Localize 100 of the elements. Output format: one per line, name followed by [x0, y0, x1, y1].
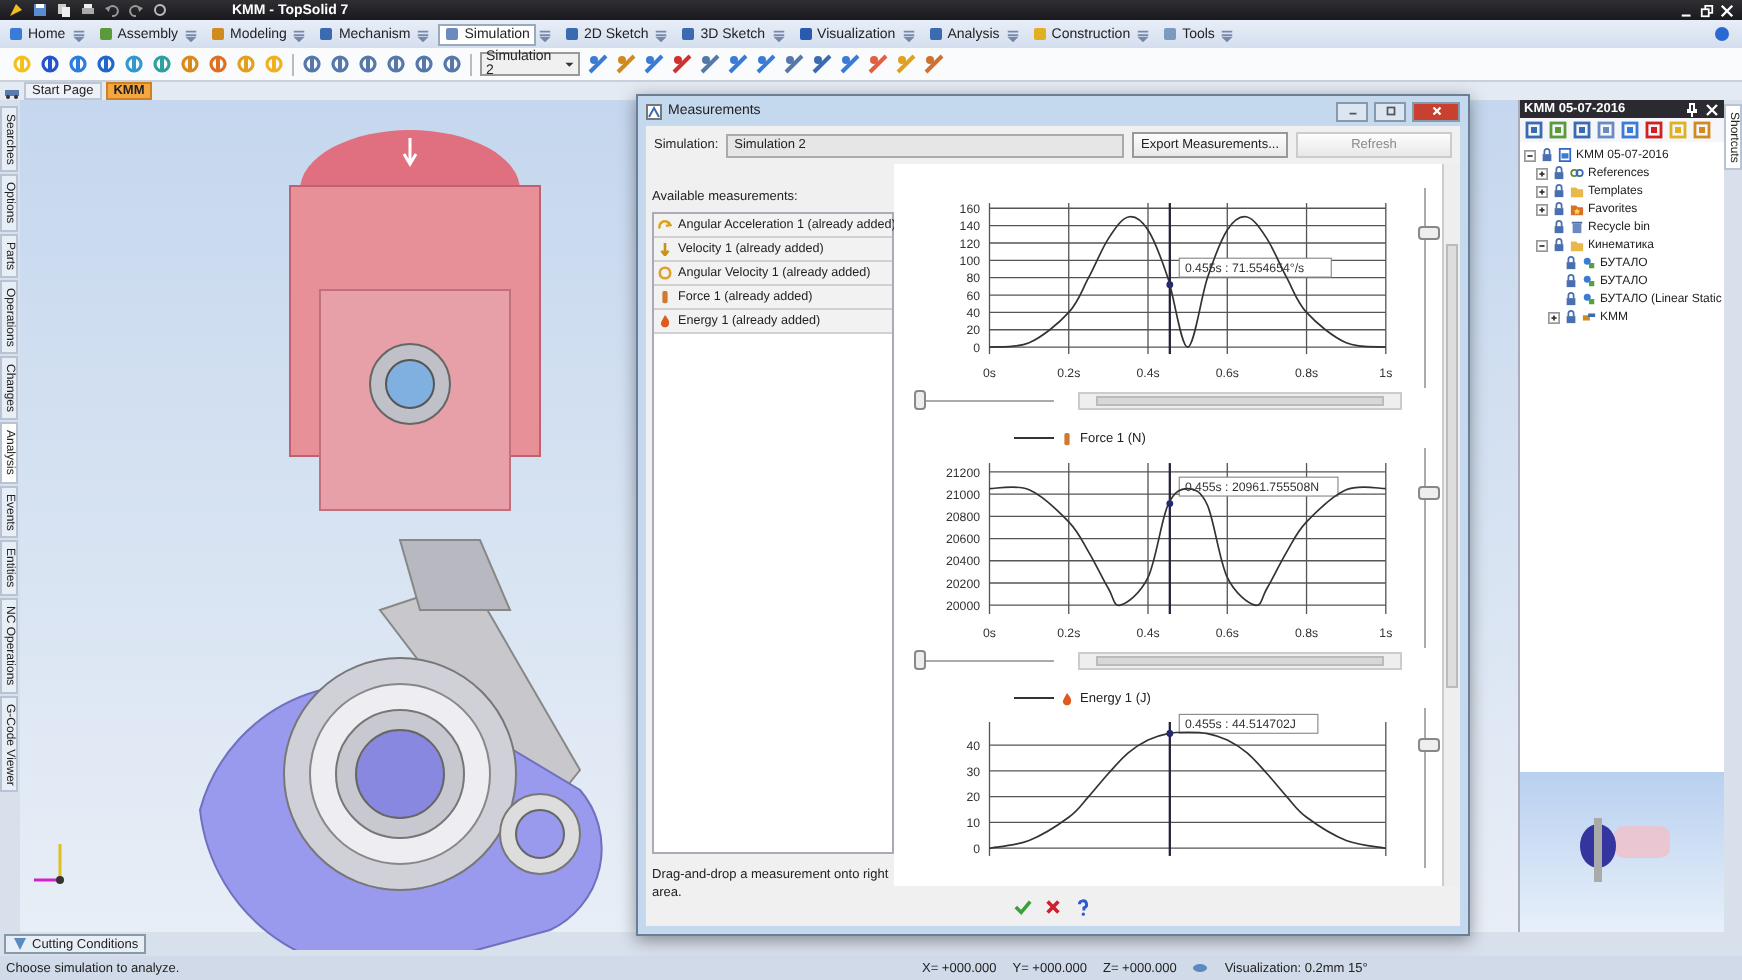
tool-icon[interactable] — [414, 54, 434, 74]
copy-icon[interactable] — [56, 2, 72, 18]
lock-icon — [1564, 292, 1578, 306]
arrow-icon — [658, 242, 672, 256]
tool-icon[interactable] — [68, 54, 88, 74]
dropdown-icon[interactable] — [71, 27, 86, 41]
help-icon[interactable] — [1074, 897, 1092, 915]
slider-thumb[interactable] — [1418, 225, 1441, 240]
tool-icon[interactable] — [152, 54, 172, 74]
tool-icon[interactable] — [840, 54, 860, 74]
tab-icon — [318, 26, 335, 42]
horizontal-scrollbar[interactable] — [1078, 651, 1402, 669]
dropdown-icon[interactable] — [537, 27, 552, 41]
horizontal-scrollbar[interactable] — [1078, 391, 1402, 409]
document-icon — [1558, 148, 1572, 162]
lock-icon — [1552, 238, 1566, 252]
vertical-scrollbar[interactable] — [1442, 164, 1460, 886]
tool-icon[interactable] — [386, 54, 406, 74]
close-button[interactable] — [1412, 101, 1460, 121]
data-point — [1166, 500, 1174, 507]
expand-icon[interactable] — [1536, 167, 1548, 179]
tool-icon[interactable] — [700, 54, 720, 74]
tool-icon[interactable] — [330, 54, 350, 74]
lock-icon — [1552, 202, 1566, 216]
tool-icon[interactable] — [672, 54, 692, 74]
dropdown-icon[interactable] — [184, 27, 199, 41]
tool-icon[interactable] — [96, 54, 116, 74]
arrow-icon — [658, 218, 672, 232]
lock-icon — [1564, 256, 1578, 270]
tab-icon — [8, 26, 24, 42]
tool-icon[interactable] — [442, 54, 462, 74]
flame-icon — [658, 314, 672, 328]
chart-icon — [646, 103, 662, 119]
part-icon — [1582, 256, 1596, 270]
caret-icon — [563, 58, 574, 70]
tab-icon — [1031, 26, 1048, 42]
tool-icon[interactable] — [756, 54, 776, 74]
slider-thumb[interactable] — [1418, 737, 1441, 752]
dropdown-icon[interactable] — [901, 27, 916, 41]
maximize-button[interactable] — [1374, 101, 1406, 121]
dropdown-icon[interactable] — [1220, 27, 1235, 41]
expand-icon[interactable] — [1548, 311, 1560, 323]
cursor-line[interactable] — [1168, 463, 1171, 615]
tool-icon[interactable] — [616, 54, 636, 74]
expand-icon[interactable] — [1536, 185, 1548, 197]
folder-icon — [1570, 184, 1584, 198]
dropdown-icon[interactable] — [416, 27, 431, 41]
save-icon[interactable] — [32, 2, 48, 18]
cursor-line[interactable] — [1168, 721, 1171, 856]
star-folder-icon — [1570, 202, 1584, 216]
data-point — [1166, 730, 1174, 737]
close-icon — [1429, 104, 1443, 118]
dropdown-icon[interactable] — [292, 27, 307, 41]
print-icon[interactable] — [80, 2, 96, 18]
folder-icon — [1570, 238, 1584, 252]
tool-icon[interactable] — [40, 54, 60, 74]
tool-icon[interactable] — [784, 54, 804, 74]
tool-icon[interactable] — [180, 54, 200, 74]
refresh-icon[interactable] — [152, 2, 168, 18]
lock-icon — [1552, 184, 1566, 198]
part-icon — [1582, 292, 1596, 306]
help-icon[interactable] — [1714, 26, 1730, 42]
tool-icon[interactable] — [812, 54, 832, 74]
legend-line-icon — [1014, 434, 1054, 442]
tab-icon — [210, 26, 227, 42]
maximize-icon — [1383, 104, 1397, 118]
expand-icon[interactable] — [1536, 203, 1548, 215]
legend-line-icon — [1014, 694, 1054, 702]
tool-icon[interactable] — [208, 54, 228, 74]
collapse-icon[interactable] — [1524, 149, 1536, 161]
tab-icon — [797, 26, 814, 42]
lock-icon — [1540, 148, 1554, 162]
dropdown-icon[interactable] — [1136, 27, 1151, 41]
dropdown-icon[interactable] — [1005, 27, 1020, 41]
tool-icon[interactable] — [124, 54, 144, 74]
cursor-line[interactable] — [1168, 203, 1171, 355]
tool-icon[interactable] — [924, 54, 944, 74]
checkmark-icon[interactable] — [1014, 897, 1032, 915]
dropdown-icon[interactable] — [771, 27, 786, 41]
slider-thumb[interactable] — [914, 650, 926, 670]
tool-icon[interactable] — [302, 54, 322, 74]
tool-icon[interactable] — [868, 54, 888, 74]
tool-icon[interactable] — [728, 54, 748, 74]
undo-icon[interactable] — [104, 2, 120, 18]
lock-icon — [1552, 220, 1566, 234]
tool-icon[interactable] — [588, 54, 608, 74]
assembly-icon — [1582, 310, 1596, 324]
collapse-icon[interactable] — [1536, 239, 1548, 251]
restore-icon[interactable] — [1700, 3, 1714, 17]
dropdown-icon[interactable] — [654, 27, 669, 41]
part-icon — [1582, 274, 1596, 288]
tool-icon[interactable] — [358, 54, 378, 74]
pin-icon[interactable] — [1684, 101, 1700, 117]
slider-thumb[interactable] — [914, 390, 926, 410]
link-icon — [1570, 166, 1584, 180]
slider-thumb[interactable] — [1418, 485, 1441, 500]
tab-icon — [927, 26, 944, 42]
tab-icon — [97, 26, 114, 42]
tool-icon[interactable] — [644, 54, 664, 74]
redo-icon[interactable] — [128, 2, 144, 18]
